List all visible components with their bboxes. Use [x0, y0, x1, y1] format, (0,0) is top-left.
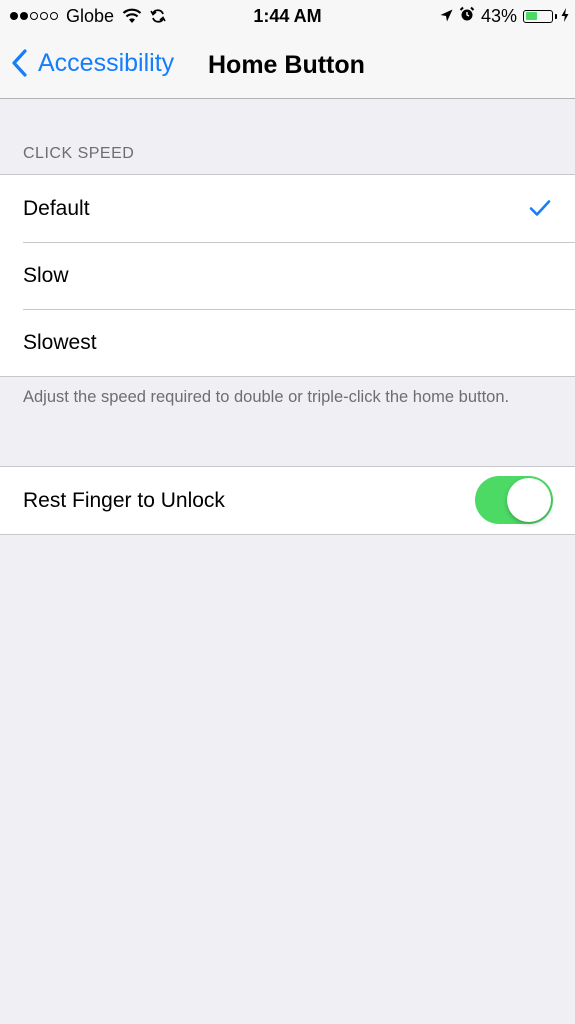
option-label: Slow: [23, 263, 69, 287]
location-icon: [440, 6, 453, 27]
rest-finger-group: Rest Finger to Unlock: [0, 466, 575, 535]
click-speed-list: Default Slow Slowest: [0, 174, 575, 377]
chevron-left-icon: [12, 49, 27, 77]
click-speed-footer: Adjust the speed required to double or t…: [23, 388, 510, 406]
battery-icon: [523, 9, 557, 23]
charging-icon: [561, 6, 569, 27]
alarm-icon: [459, 6, 475, 27]
option-label: Slowest: [23, 330, 97, 354]
option-label: Default: [23, 196, 90, 220]
rest-finger-label: Rest Finger to Unlock: [23, 488, 225, 512]
status-right: 43%: [434, 6, 569, 26]
battery-percent: 43%: [480, 5, 517, 26]
status-bar: Globe 1:44 AM 43%: [0, 0, 575, 32]
back-button[interactable]: Accessibility: [10, 48, 174, 78]
page-title: Home Button: [208, 51, 365, 79]
navigation-bar: Accessibility Home Button: [0, 32, 575, 99]
back-button-label: Accessibility: [38, 48, 175, 77]
battery-fill: [525, 12, 537, 20]
toggle-knob: [507, 478, 551, 522]
option-slow[interactable]: Slow: [0, 242, 575, 309]
checkmark-icon: [529, 200, 551, 216]
option-default[interactable]: Default: [0, 175, 575, 242]
rest-finger-row: Rest Finger to Unlock: [0, 467, 575, 534]
rest-finger-toggle[interactable]: [475, 476, 553, 524]
click-speed-header: CLICK SPEED: [23, 145, 135, 162]
option-slowest[interactable]: Slowest: [0, 309, 575, 376]
